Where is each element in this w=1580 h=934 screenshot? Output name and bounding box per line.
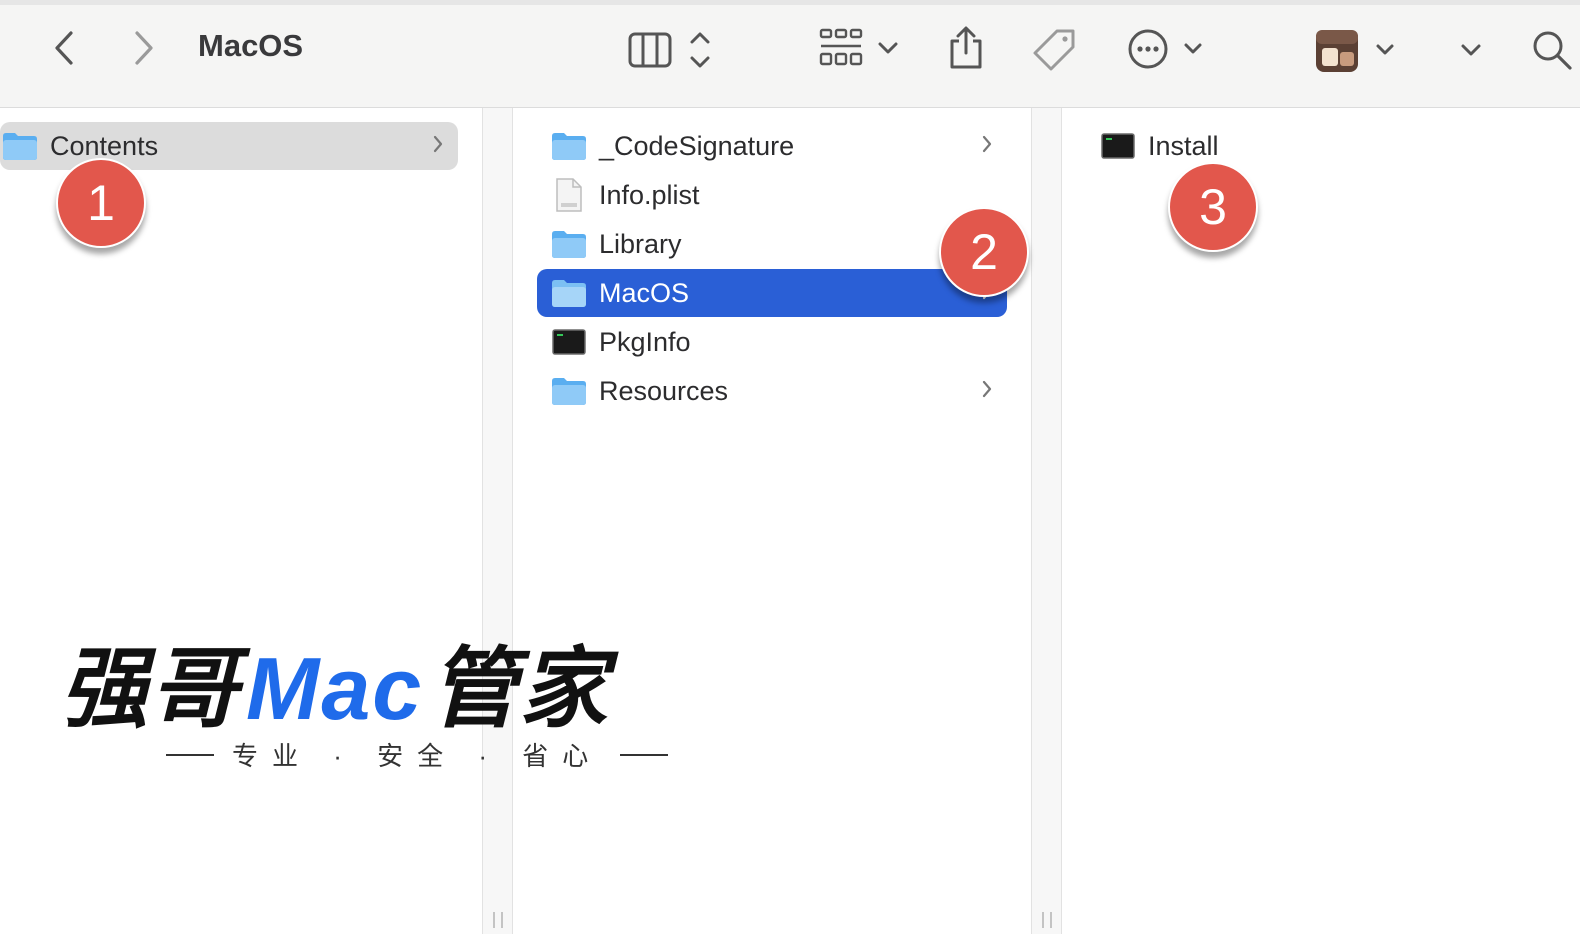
group-grid-icon[interactable] [818,26,902,72]
item-label: Library [599,228,682,259]
more-icon[interactable] [1126,26,1206,72]
item-label: Install [1148,130,1219,161]
item-label: Contents [50,130,159,161]
window-title: MacOS [198,28,304,63]
list-item-library[interactable]: Library [537,220,1007,268]
chevron-right-icon [982,380,992,398]
chevron-down-icon[interactable] [1454,36,1488,64]
column-macos-children: Install [1062,108,1580,934]
slogan-text: 专业 · 安全 · 省心 [232,741,603,771]
list-item-resources[interactable]: Resources [537,367,1007,415]
folder-icon [552,378,586,405]
list-item-pkginfo[interactable]: PkgInfo [537,318,1007,366]
item-label: Resources [599,375,729,406]
list-item-install[interactable]: Install [1086,122,1556,170]
column-divider[interactable] [482,108,513,934]
item-label: MacOS [599,277,690,308]
chevron-right-icon [433,135,443,153]
share-icon[interactable] [944,24,988,72]
item-label: Info.plist [599,179,700,210]
tag-icon[interactable] [1030,26,1078,74]
slogan-rule-right [620,753,669,756]
item-label: _CodeSignature [599,130,795,161]
window-top-strip [0,0,1580,5]
watermark-slogan: 专业 · 安全 · 省心 [148,736,686,773]
list-item-info-plist[interactable]: Info.plist [537,171,1007,219]
logo-text-right: 管家 [429,639,610,738]
column-resize-handle[interactable] [1042,912,1052,928]
step-badge-1: 1 [56,158,146,248]
list-item-codesignature[interactable]: _CodeSignature [537,122,1007,170]
folder-icon [552,231,586,258]
column-view-icon[interactable] [626,28,718,72]
item-label: PkgInfo [599,326,691,357]
plist-file-icon [556,178,582,212]
step-badge-2: 2 [939,207,1029,297]
list-item-contents[interactable]: Contents [0,122,458,170]
chevron-right-icon [982,135,992,153]
step-badge-3: 3 [1168,162,1258,252]
column-resize-handle[interactable] [493,912,503,928]
slogan-rule-left [166,753,214,756]
app-thumbnail-icon[interactable] [1314,28,1400,74]
back-icon[interactable] [46,28,82,68]
terminal-exec-icon [1101,133,1135,159]
column-divider[interactable] [1031,108,1062,934]
folder-icon [552,133,586,160]
folder-icon [3,133,37,160]
finder-toolbar: MacOS [0,0,1580,108]
folder-icon [552,280,586,307]
logo-text-left: 强哥 [60,639,241,738]
watermark-logo: 强哥 Mac 管家 [60,618,609,745]
search-icon[interactable] [1530,28,1574,72]
list-item-macos[interactable]: MacOS [537,269,1007,317]
terminal-exec-icon [552,329,586,355]
logo-text-mac: Mac [246,639,424,738]
forward-icon[interactable] [126,28,162,68]
